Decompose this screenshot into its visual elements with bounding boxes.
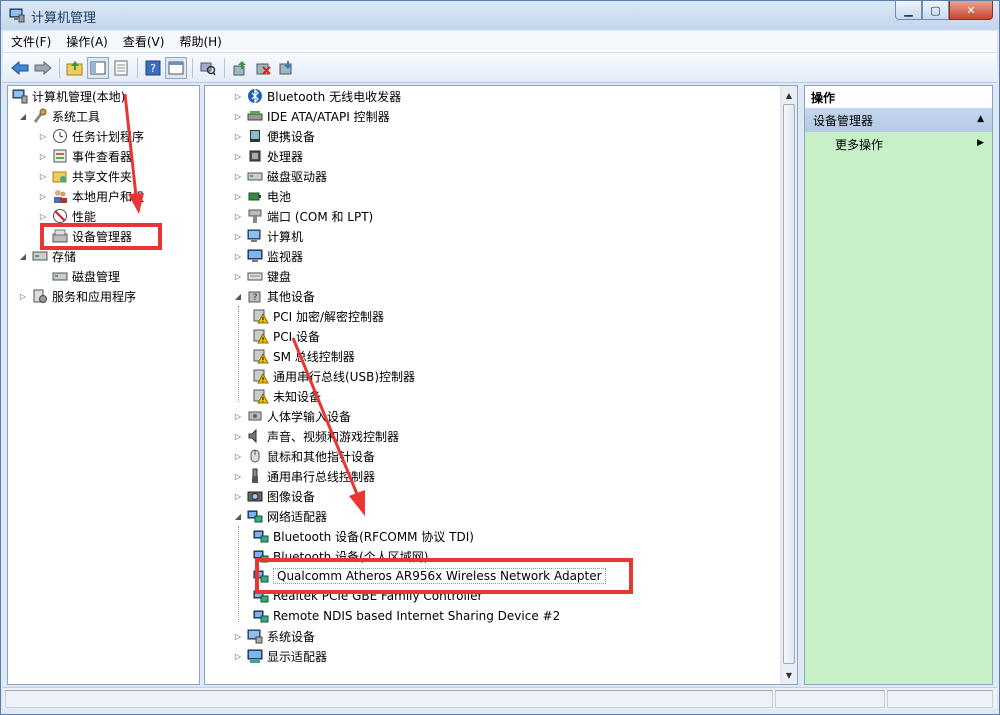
up-folder-icon [66,60,83,75]
actions-pane: 操作 设备管理器 ▲ 更多操作 ▶ [804,85,993,685]
submenu-arrow-icon: ▶ [977,138,984,148]
back-button[interactable] [9,57,31,79]
actions-section-label: 设备管理器 [813,113,874,128]
scan-hardware-icon [200,62,216,75]
more-actions-item[interactable]: 更多操作 [835,136,883,153]
red-arrow-left [123,93,144,214]
help-icon: ? [145,60,161,75]
menu-view[interactable]: 查看(V) [123,33,165,50]
status-cell-3 [887,690,993,708]
menu-action[interactable]: 操作(A) [66,33,108,50]
window-title: 计算机管理 [31,11,97,26]
toolbar: ? [3,53,997,83]
scan-hardware-button[interactable] [197,57,219,79]
collapse-up-icon[interactable]: ▲ [977,114,984,124]
computer-management-window: 计算机管理 ▁ ▢ ✕ 文件(F) 操作(A) 查看(V) 帮助(H) ? 计算… [0,0,1000,715]
console-tree-pane: 计算机管理(本地) ◢ 系统工具 ▷ 任务计划程序 ▷ 事件查看器 ▷ 共享文件… [7,85,200,685]
show-hide-tree-icon [90,61,106,74]
close-button[interactable]: ✕ [949,1,993,20]
maximize-button[interactable]: ▢ [922,1,949,20]
actions-header: 操作 [805,86,992,108]
properties-icon [114,60,128,75]
minimize-button[interactable]: ▁ [895,1,922,20]
console-tree-icon [168,61,184,74]
disable-device-icon [256,63,271,75]
back-icon [11,60,29,75]
console-tree-button[interactable] [165,56,187,79]
svg-text:?: ? [150,62,156,75]
uninstall-device-icon [279,60,292,74]
uninstall-device-button[interactable] [275,57,297,79]
device-tree-pane: ▷ Bluetooth 无线电收发器 ▷ IDE ATA/ATAPI 控制器 ▷ 便携设备… [204,85,798,685]
disable-device-button[interactable] [252,57,274,79]
maximize-icon: ▢ [930,3,941,17]
title-bar: 计算机管理 ▁ ▢ ✕ [1,1,999,30]
close-icon: ✕ [966,3,976,17]
menu-bar: 文件(F) 操作(A) 查看(V) 帮助(H) [3,31,997,53]
update-driver-icon [233,60,246,75]
red-arrow-middle [291,337,365,516]
menu-help[interactable]: 帮助(H) [179,33,221,50]
minimize-icon: ▁ [904,3,913,17]
menu-file[interactable]: 文件(F) [11,33,51,50]
help-button[interactable]: ? [142,57,164,79]
computer-management-icon [9,8,25,23]
status-bar [3,687,997,709]
forward-icon [34,60,52,75]
properties-button[interactable] [110,57,132,79]
status-cell-2 [775,690,885,708]
update-driver-button[interactable] [229,57,251,79]
show-hide-tree-button[interactable] [87,56,109,79]
up-folder-button[interactable] [64,57,86,79]
actions-section-device-manager[interactable]: 设备管理器 [805,108,992,132]
status-cell-main [5,690,773,708]
forward-button[interactable] [32,57,54,79]
